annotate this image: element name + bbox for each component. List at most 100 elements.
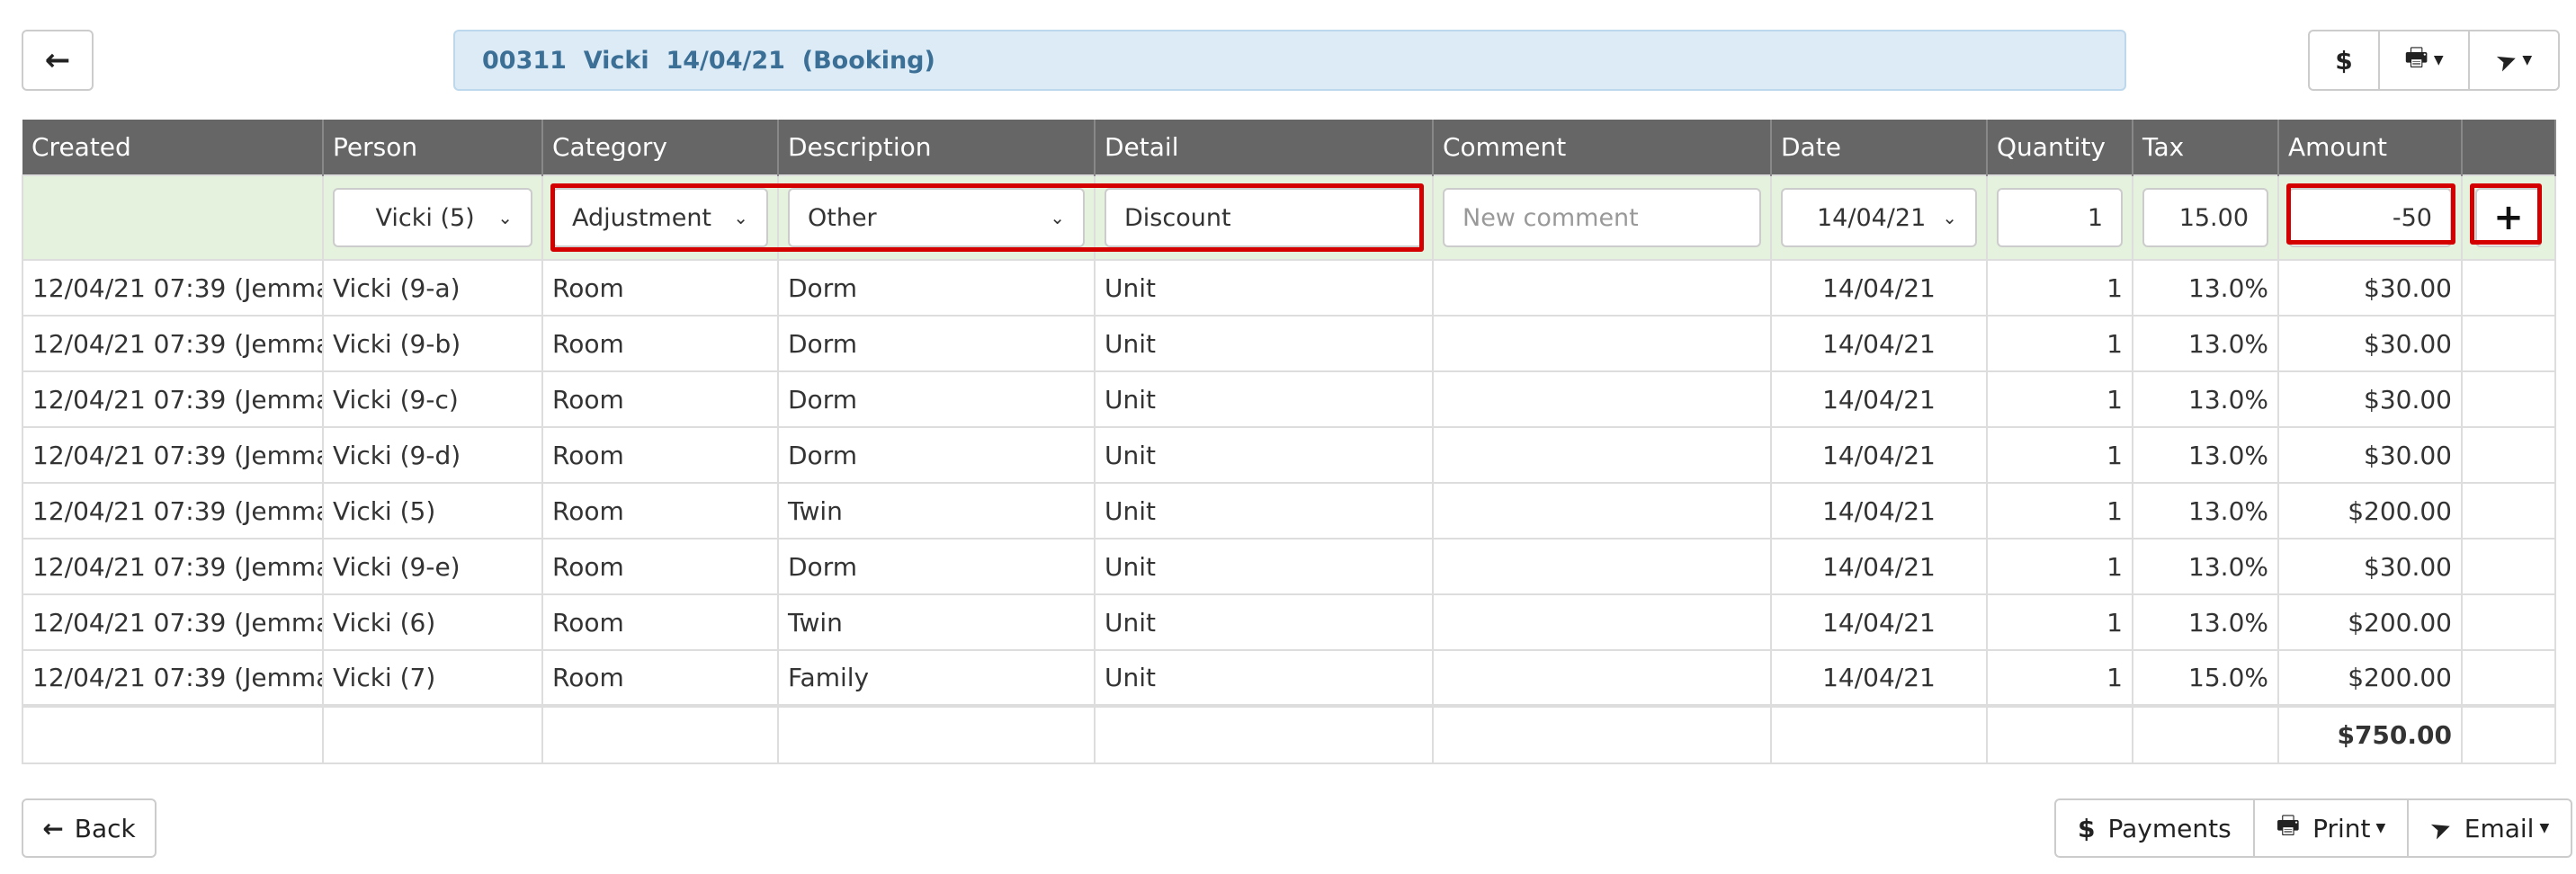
chevron-down-icon: ⌄	[1050, 207, 1065, 228]
email-label: Email	[2464, 813, 2535, 843]
cell-comment	[1432, 315, 1772, 372]
caret-down-icon: ▼	[2539, 821, 2550, 835]
cell-tax: 15.0%	[2132, 649, 2279, 707]
booking-number: 00311	[482, 46, 567, 75]
caret-down-icon: ▼	[2433, 53, 2444, 67]
cell-person: Vicki (6)	[322, 593, 543, 651]
col-person: Person	[323, 120, 543, 175]
cell-date: 14/04/21	[1770, 482, 1988, 540]
cell-description: Twin	[777, 482, 1096, 540]
category-select[interactable]: Adjustment ⌄	[552, 188, 768, 247]
cell-comment	[1432, 259, 1772, 317]
print-button[interactable]: 🖶 Print ▼	[2252, 798, 2410, 858]
detail-input[interactable]: Discount	[1105, 188, 1423, 247]
cell-description: Dorm	[777, 538, 1096, 595]
caret-down-icon: ▼	[2375, 821, 2386, 835]
chevron-down-icon: ⌄	[497, 207, 513, 228]
cell-amount: $30.00	[2277, 538, 2463, 595]
cell-created: 12/04/21 07:39 (Jemma)	[22, 538, 324, 595]
booking-name: Vicki	[583, 46, 649, 75]
booking-items-table: Created Person Category Description Deta…	[22, 120, 2556, 764]
cell-detail: Unit	[1094, 538, 1434, 595]
printer-icon: 🖶	[2404, 42, 2428, 72]
cell-quantity: 1	[1986, 482, 2133, 540]
cell-category: Room	[541, 315, 779, 372]
cell-tax: 13.0%	[2132, 259, 2279, 317]
cell-detail: Unit	[1094, 315, 1434, 372]
add-item-button[interactable]: +	[2475, 188, 2542, 247]
cell-detail: Unit	[1094, 259, 1434, 317]
new-item-row: Vicki (5) ⌄ Adjustment ⌄ Other ⌄ Discount N…	[22, 174, 2556, 261]
person-select[interactable]: Vicki (5) ⌄	[333, 188, 532, 247]
chevron-down-icon: ⌄	[1942, 207, 1957, 228]
cell-category: Room	[541, 426, 779, 484]
email-button[interactable]: ➤ Email ▼	[2407, 798, 2573, 858]
table-row: 12/04/21 07:39 (Jemma) Vicki (9-a) Room Dor…	[22, 259, 2556, 317]
cell-comment	[1432, 370, 1772, 428]
cell-tax: 13.0%	[2132, 593, 2279, 651]
cell-actions	[2461, 538, 2556, 595]
cell-description: Dorm	[777, 370, 1096, 428]
payments-button[interactable]: $ Payments	[2054, 798, 2255, 858]
table-row: 12/04/21 07:39 (Jemma) Vicki (9-e) Room Dor…	[22, 538, 2556, 595]
cell-actions	[2461, 259, 2556, 317]
cell-date: 14/04/21	[1770, 426, 1988, 484]
table-header: Created Person Category Description Deta…	[22, 120, 2556, 175]
back-arrow-button[interactable]: ←	[22, 30, 94, 91]
cell-comment	[1432, 426, 1772, 484]
cell-description: Family	[777, 649, 1096, 707]
description-select[interactable]: Other ⌄	[788, 188, 1085, 247]
send-icon: ➤	[2426, 810, 2456, 846]
cell-amount: $30.00	[2277, 426, 2463, 484]
arrow-left-icon: ←	[42, 813, 64, 843]
amount-input[interactable]: -50	[2288, 188, 2452, 247]
cell-detail: Unit	[1094, 649, 1434, 707]
cell-actions	[2461, 315, 2556, 372]
cell-description: Dorm	[777, 426, 1096, 484]
cell-tax: 13.0%	[2132, 426, 2279, 484]
printer-icon: 🖶	[2276, 810, 2301, 840]
col-category: Category	[542, 120, 779, 175]
back-button-label: Back	[74, 813, 136, 843]
date-select[interactable]: 14/04/21 ⌄	[1781, 188, 1977, 247]
table-row: 12/04/21 07:39 (Jemma) Vicki (6) Room Twin U…	[22, 593, 2556, 651]
cell-amount: $200.00	[2277, 649, 2463, 707]
comment-input[interactable]: New comment	[1443, 188, 1761, 247]
back-button[interactable]: ← Back	[22, 798, 157, 858]
cell-actions	[2461, 649, 2556, 707]
total-amount: $750.00	[2277, 704, 2463, 764]
dollar-icon: $	[2078, 813, 2096, 843]
total-row: $750.00	[22, 704, 2556, 764]
cell-date: 14/04/21	[1770, 259, 1988, 317]
print-label: Print	[2312, 813, 2371, 843]
cell-tax: 13.0%	[2132, 538, 2279, 595]
payments-icon-button[interactable]: $	[2308, 30, 2380, 91]
cell-amount: $30.00	[2277, 315, 2463, 372]
dollar-icon: $	[2335, 45, 2353, 76]
col-date: Date	[1771, 120, 1988, 175]
email-dropdown-button[interactable]: ➤ ▼	[2468, 30, 2560, 91]
payments-label: Payments	[2107, 813, 2232, 843]
col-quantity: Quantity	[1987, 120, 2133, 175]
top-actions: $ 🖶 ▼ ➤ ▼	[2308, 30, 2560, 91]
table-row: 12/04/21 07:39 (Jemma) Vicki (9-b) Room Dor…	[22, 315, 2556, 372]
cell-created: 12/04/21 07:39 (Jemma)	[22, 482, 324, 540]
cell-amount: $30.00	[2277, 259, 2463, 317]
quantity-input[interactable]: 1	[1997, 188, 2123, 247]
cell-created: 12/04/21 07:39 (Jemma)	[22, 370, 324, 428]
cell-quantity: 1	[1986, 426, 2133, 484]
cell-tax: 13.0%	[2132, 482, 2279, 540]
footer-actions: $ Payments 🖶 Print ▼ ➤ Email ▼	[2054, 798, 2573, 858]
caret-down-icon: ▼	[2522, 53, 2533, 67]
cell-quantity: 1	[1986, 315, 2133, 372]
cell-category: Room	[541, 649, 779, 707]
plus-icon: +	[2493, 197, 2524, 238]
cell-person: Vicki (9-b)	[322, 315, 543, 372]
cell-person: Vicki (7)	[322, 649, 543, 707]
table-row: 12/04/21 07:39 (Jemma) Vicki (9-d) Room Dor…	[22, 426, 2556, 484]
print-dropdown-button[interactable]: 🖶 ▼	[2378, 30, 2470, 91]
col-actions	[2462, 120, 2556, 175]
cell-actions	[2461, 593, 2556, 651]
tax-input[interactable]: 15.00	[2142, 188, 2268, 247]
cell-person: Vicki (9-c)	[322, 370, 543, 428]
